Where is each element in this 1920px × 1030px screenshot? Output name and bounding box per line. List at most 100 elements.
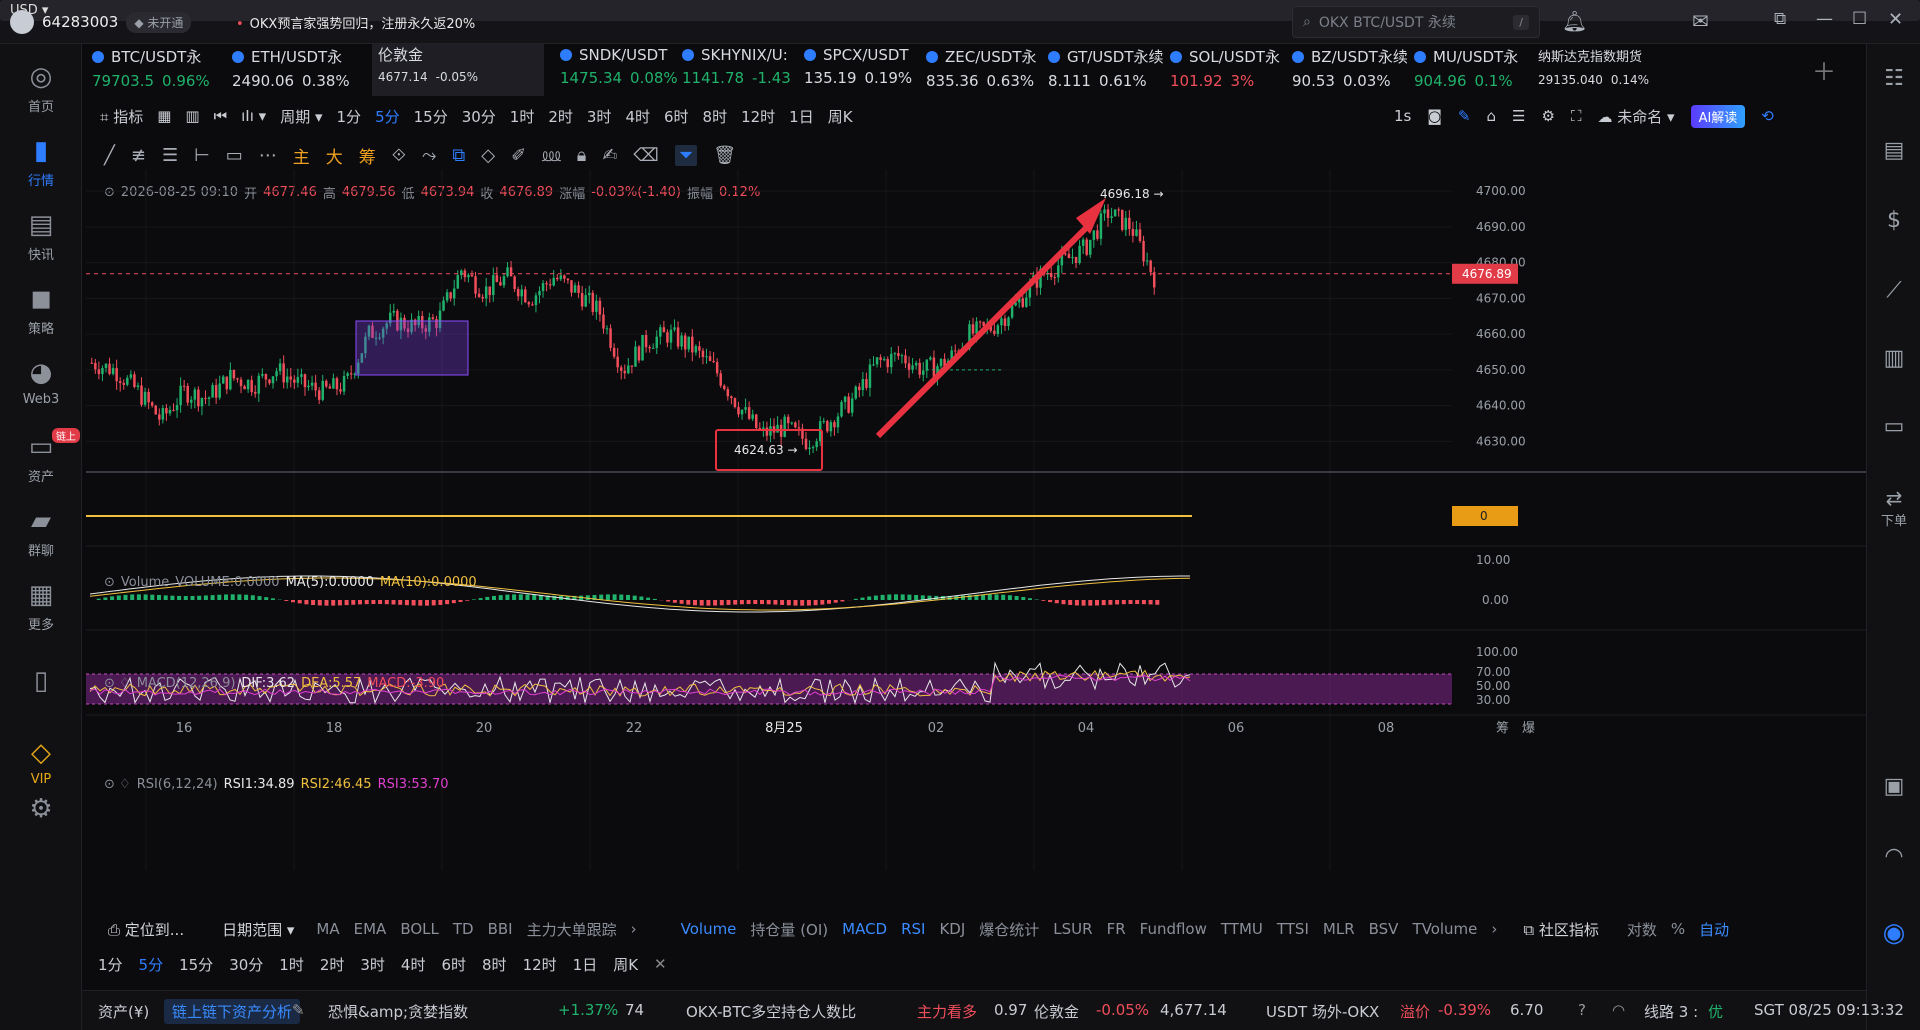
main-indicator[interactable]: BOLL xyxy=(400,920,439,938)
auto-toggle[interactable]: 自动 xyxy=(1699,919,1729,940)
main-indicator[interactable]: EMA xyxy=(354,920,387,938)
interval-周K[interactable]: 周K xyxy=(828,106,853,127)
nav-item-home[interactable]: ◎ 首页 xyxy=(0,62,82,115)
sub-indicator[interactable]: 爆仓统计 xyxy=(979,919,1039,940)
more-tools-icon[interactable]: ⋯ xyxy=(259,145,277,166)
announcement[interactable]: • OKX预言家强势回归，注册永久返20% xyxy=(236,13,475,32)
asset-analysis-button[interactable]: 链上链下资产分析 xyxy=(164,999,301,1024)
add-ticker-icon[interactable]: ＋ xyxy=(1812,52,1836,87)
close-icon[interactable]: ✕ xyxy=(1888,9,1903,30)
interval-1分[interactable]: 1分 xyxy=(98,954,123,975)
interval-30分[interactable]: 30分 xyxy=(462,106,496,127)
interval-3时[interactable]: 3时 xyxy=(587,106,612,127)
trend-icon[interactable]: ⟋ xyxy=(1867,278,1920,303)
parallel-channel-icon[interactable]: ≢ xyxy=(131,145,146,166)
lock-icon[interactable]: 🔒︎ xyxy=(577,145,587,166)
filter-icon[interactable]: ⏷ xyxy=(674,144,698,166)
settings-icon[interactable]: ⚙ xyxy=(1541,107,1554,125)
interval-15分[interactable]: 15分 xyxy=(414,106,448,127)
horizontal-ray-icon[interactable]: ⊢ xyxy=(194,145,210,166)
interval-12时[interactable]: 12时 xyxy=(523,954,557,975)
bookmark-icon[interactable]: ⌂ xyxy=(1487,107,1497,125)
interval-2时[interactable]: 2时 xyxy=(320,954,345,975)
percent-toggle[interactable]: % xyxy=(1671,920,1685,938)
ticker-tab[interactable]: ZEC/USDT永 835.36 0.63% xyxy=(926,46,1040,98)
nav-item-chat[interactable]: ▰ 群聊 xyxy=(0,506,82,559)
nav-item-robot[interactable]: ◼ 策略 xyxy=(0,284,82,337)
panel-icon[interactable]: ▣ xyxy=(1867,774,1920,799)
nav-item-phone[interactable]: ▯ xyxy=(0,666,82,700)
note-icon[interactable]: ✍ xyxy=(602,145,617,166)
rectangle-icon[interactable]: ▭ xyxy=(226,145,243,166)
horizontal-lines-icon[interactable]: ☰ xyxy=(162,145,178,166)
account-status-badge[interactable]: ◆ 未开通 xyxy=(126,11,192,33)
sub-indicator[interactable]: MLR xyxy=(1323,920,1355,938)
card-icon[interactable]: ▭ xyxy=(1867,414,1920,439)
sub-indicator[interactable]: MACD xyxy=(842,920,887,938)
interval-1时[interactable]: 1时 xyxy=(510,106,535,127)
sub-indicator[interactable]: BSV xyxy=(1369,920,1399,938)
replay-icon[interactable]: ⏮ xyxy=(214,107,228,125)
interval-5分[interactable]: 5分 xyxy=(375,106,400,127)
chevron-right-icon[interactable]: › xyxy=(631,920,637,938)
interval-2时[interactable]: 2时 xyxy=(548,106,573,127)
tool-main[interactable]: 主 xyxy=(293,143,310,168)
sub-indicator[interactable]: FR xyxy=(1107,920,1126,938)
account-area[interactable]: 64283003 ◆ 未开通 xyxy=(10,8,192,36)
interval-6时[interactable]: 6时 xyxy=(441,954,466,975)
ticker-tab[interactable]: SPCX/USDT 135.19 0.19% xyxy=(804,46,918,98)
interval-8时[interactable]: 8时 xyxy=(703,106,728,127)
sub-indicator[interactable]: 持仓量 (OI) xyxy=(750,919,828,940)
indicator-button[interactable]: ⌗ 指标 xyxy=(100,106,143,127)
ticker-tab[interactable]: SOL/USDT永 101.92 3% xyxy=(1170,46,1284,98)
interval-8时[interactable]: 8时 xyxy=(482,954,507,975)
locate-button[interactable]: ⎙ 定位到... xyxy=(108,919,184,940)
popout-icon[interactable]: ⧉ xyxy=(1774,9,1786,29)
assistant-icon[interactable]: ◉ xyxy=(1867,918,1920,948)
ruler-icon[interactable]: ◇ xyxy=(481,145,495,166)
ticker-tab[interactable]: SKHYNIX/U: 1141.78 -1.43 xyxy=(682,46,796,98)
headset-icon[interactable]: ◠ xyxy=(1867,844,1920,869)
main-indicator[interactable]: TD xyxy=(453,920,474,938)
sub-indicator[interactable]: TTMU xyxy=(1221,920,1263,938)
main-indicator[interactable]: BBI xyxy=(488,920,513,938)
sub-indicator[interactable]: LSUR xyxy=(1053,920,1092,938)
nav-item-settings[interactable]: ⚙ xyxy=(0,794,82,828)
copy-icon[interactable]: ⧉ xyxy=(452,145,465,166)
layout-grid-icon[interactable]: ☷ xyxy=(1867,66,1920,91)
magnet-icon[interactable]: ⟐ xyxy=(392,145,406,166)
sub-indicator[interactable]: RSI xyxy=(901,920,925,938)
nav-item-web3[interactable]: ◕ Web3 xyxy=(0,358,82,407)
ticker-tab[interactable]: 纳斯达克指数期货 29135.040 0.14% xyxy=(1538,46,1678,98)
interval-1日[interactable]: 1日 xyxy=(573,954,598,975)
order-button[interactable]: ⇄ 下单 xyxy=(1867,486,1920,529)
pattern-icon[interactable]: ⅏ xyxy=(542,143,561,167)
interval-周K[interactable]: 周K xyxy=(613,954,638,975)
brush-icon[interactable]: ✐ xyxy=(511,145,526,166)
main-indicator[interactable]: MA xyxy=(316,920,339,938)
date-range-select[interactable]: 日期范围 ▾ xyxy=(222,919,294,940)
ticker-tab[interactable]: GT/USDT永续 8.111 0.61% xyxy=(1048,46,1164,98)
sub-indicator[interactable]: Fundflow xyxy=(1140,920,1207,938)
list-icon[interactable]: ☰ xyxy=(1512,107,1525,125)
trash-icon[interactable]: 🗑︎ xyxy=(713,145,736,166)
nav-item-wallet[interactable]: ▭ 资产 链上 xyxy=(0,428,82,485)
interval-5分[interactable]: 5分 xyxy=(139,954,164,975)
sub-indicator[interactable]: TVolume xyxy=(1412,920,1477,938)
interval-12时[interactable]: 12时 xyxy=(741,106,775,127)
interval-1日[interactable]: 1日 xyxy=(789,106,814,127)
ai-analysis-button[interactable]: AI解读 xyxy=(1690,104,1746,128)
mail-icon[interactable]: ✉ xyxy=(1692,9,1709,33)
interval-30分[interactable]: 30分 xyxy=(229,954,263,975)
interval-15分[interactable]: 15分 xyxy=(179,954,213,975)
assets-label[interactable]: 资产(¥) xyxy=(98,1001,149,1022)
ticker-tab[interactable]: BTC/USDT永 79703.5 0.96% xyxy=(92,46,220,98)
book-icon[interactable]: ▥ xyxy=(185,107,199,125)
maximize-icon[interactable]: ☐ xyxy=(1852,9,1867,29)
tool-chip[interactable]: 筹 xyxy=(359,143,376,168)
sub-indicator[interactable]: KDJ xyxy=(939,920,965,938)
close-icon[interactable]: ✕ xyxy=(654,955,667,973)
ticker-tab[interactable]: MU/USDT永 904.96 0.1% xyxy=(1414,46,1528,98)
line-label[interactable]: 线路 3 : xyxy=(1644,1001,1698,1022)
camera-icon[interactable]: ◙ xyxy=(1427,107,1442,125)
